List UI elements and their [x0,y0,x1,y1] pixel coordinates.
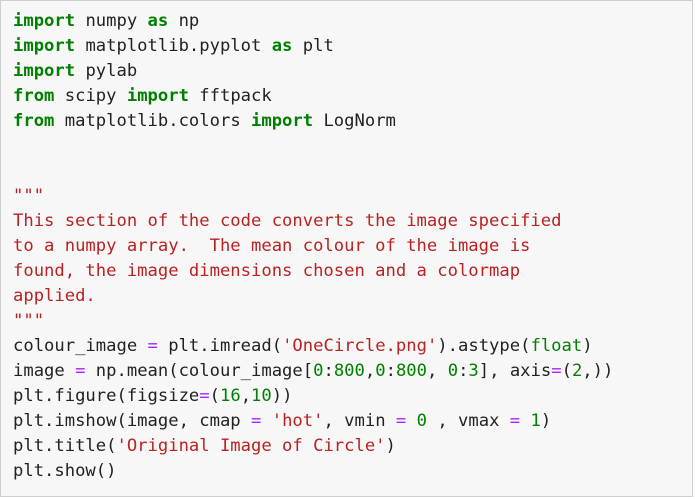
code-token: , vmax [426,411,510,431]
code-line: to a numpy array. The mean colour of the… [13,234,613,259]
string-token: 'Original Image of Circle' [116,436,386,456]
operator-token: = [147,336,158,356]
number-token: 2 [571,361,583,381]
code-token: : [458,361,469,381]
code-line: plt.figure(figsize=(16,10)) [13,384,613,409]
code-token: ,)) [582,361,614,381]
code-token: plt.show() [13,461,117,481]
keyword-token: from [13,111,55,131]
keyword-token: import [126,86,189,106]
code-line: """ [13,309,613,334]
code-token: plt.figure(figsize [13,386,200,406]
code-line: image = np.mean(colour_image[0:800,0:800… [13,359,613,384]
code-token: plt.imread( [157,336,283,356]
number-token: 10 [251,386,272,406]
keyword-token: import [13,36,76,56]
code-token: np [168,11,200,31]
operator-token: = [199,386,210,406]
keyword-token: as [271,36,293,56]
code-token: ) [582,336,593,356]
code-token: pylab [75,61,138,81]
number-token: 16 [219,386,241,406]
number-token: 0 [447,361,459,381]
code-line: plt.imshow(image, cmap = 'hot', vmin = 0… [13,409,613,434]
number-token: 800 [333,361,365,381]
code-token: colour_image [13,336,148,356]
code-token: ).astype( [437,336,531,356]
operator-token: = [509,411,521,431]
keyword-token: import [251,111,314,131]
docstring-token: found, the image dimensions chosen and a… [13,261,521,281]
number-token: float [530,336,583,356]
code-line: colour_image = plt.imread('OneCircle.png… [13,334,613,359]
keyword-token: as [147,11,169,31]
keyword-token: import [13,61,76,81]
code-line: found, the image dimensions chosen and a… [13,259,613,284]
code-line: This section of the code converts the im… [13,209,613,234]
code-token: ) [540,411,552,431]
code-token: ) [385,436,396,456]
code-line: plt.title('Original Image of Circle') [13,434,613,459]
code-line: applied. [13,284,613,309]
code-token: LogNorm [313,111,396,131]
code-token: numpy [75,11,148,31]
code-token: , [364,361,376,381]
docstring-token: to a numpy array. The mean colour of the… [13,236,531,256]
number-token: 3 [468,361,479,381]
code-token: scipy [54,86,127,106]
docstring-token: """ [13,311,45,331]
number-token: 0 [313,361,324,381]
code-line: import numpy as np [13,9,613,34]
string-token: 'OneCircle.png' [282,336,438,356]
code-token: image [13,361,76,381]
keyword-token: import [13,11,76,31]
code-token: )) [271,386,293,406]
operator-token: = [251,411,262,431]
code-editor[interactable]: import numpy as np import matplotlib.pypl… [13,9,613,484]
code-token: matplotlib.colors [54,111,252,131]
code-cell[interactable]: import numpy as np import matplotlib.pypl… [0,0,693,497]
keyword-token: from [13,86,55,106]
docstring-token: applied. [13,286,96,306]
code-token: , vmin [323,411,396,431]
code-line: import matplotlib.pyplot as plt [13,34,613,59]
code-token: ( [561,361,572,381]
operator-token: = [75,361,86,381]
code-token: ( [209,386,220,406]
operator-token: = [551,361,562,381]
code-token: , [240,386,252,406]
code-token: plt.title( [13,436,117,456]
operator-token: = [395,411,407,431]
number-token: 0 [416,411,427,431]
code-line: plt.show() [13,459,613,484]
code-line: from scipy import fftpack [13,84,613,109]
code-line: from matplotlib.colors import LogNorm [13,109,613,134]
code-token: plt [292,36,334,56]
code-line: """ [13,184,613,209]
number-token: 0 [375,361,386,381]
code-token: plt.imshow(image, cmap [13,411,251,431]
code-token: ], axis [478,361,552,381]
code-token: np.mean(colour_image[ [85,361,314,381]
docstring-token: """ [13,186,45,206]
docstring-token: This section of the code converts the im… [13,211,562,231]
code-token: , [427,361,448,381]
code-token: fftpack [188,86,272,106]
code-token: : [323,361,334,381]
code-token: matplotlib.pyplot [75,36,272,56]
number-token: 1 [530,411,541,431]
code-token: : [385,361,396,381]
code-line: import pylab [13,59,613,84]
string-token: 'hot' [271,411,324,431]
number-token: 800 [395,361,427,381]
